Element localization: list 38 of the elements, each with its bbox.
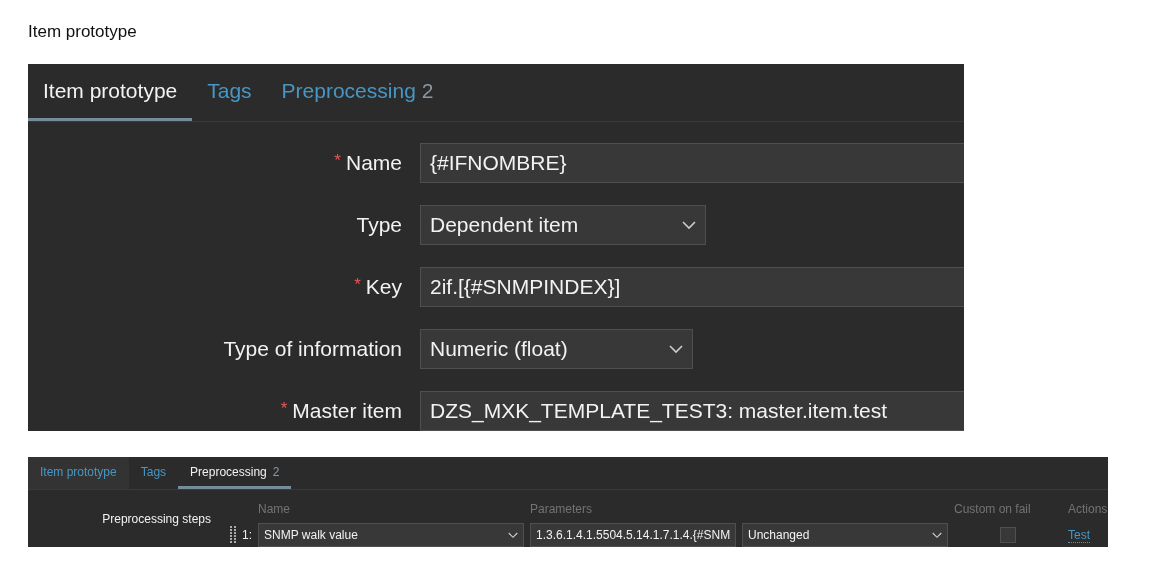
tab[interactable]: Tags xyxy=(192,64,267,121)
chevron-down-icon xyxy=(682,220,696,230)
drag-handle-icon[interactable] xyxy=(230,526,236,544)
required-asterisk: * xyxy=(354,275,361,294)
column-header: Parameters xyxy=(530,502,594,516)
tab[interactable]: Preprocessing 2 xyxy=(266,64,449,121)
tab[interactable]: Preprocessing 2 xyxy=(178,457,292,489)
tab-count: 2 xyxy=(421,79,434,103)
action-link[interactable]: Test xyxy=(1068,527,1090,543)
input-field[interactable]: DZS_MXK_TEMPLATE_TEST3: master.item.test xyxy=(420,391,964,431)
column-header: Name xyxy=(258,502,291,516)
dropdown[interactable]: Unchanged xyxy=(742,523,948,547)
dropdown[interactable]: Numeric (float) xyxy=(420,329,693,369)
chevron-down-icon xyxy=(508,531,518,539)
input-field[interactable]: 1.3.6.1.4.1.5504.5.14.1.7.1.4.{#SNM xyxy=(530,523,736,547)
tab-count: 2 xyxy=(272,464,280,479)
chevron-down-icon xyxy=(669,344,683,354)
input-field[interactable]: {#IFNOMBRE} xyxy=(420,143,964,183)
column-header: Actions xyxy=(1068,502,1108,516)
checkbox[interactable] xyxy=(1000,527,1016,543)
required-asterisk: * xyxy=(334,151,341,170)
field-label: Type xyxy=(356,213,402,237)
tab[interactable]: Item prototype xyxy=(28,64,193,121)
chevron-down-icon xyxy=(932,531,942,539)
section-label: Preprocessing steps xyxy=(101,511,211,528)
tab[interactable]: Item prototype xyxy=(28,457,129,489)
required-asterisk: * xyxy=(280,399,288,418)
input-field[interactable]: 2if.[{#SNMPINDEX}] xyxy=(420,267,964,307)
field-label: Type of information xyxy=(223,337,402,361)
tab[interactable]: Tags xyxy=(128,457,179,489)
field-label: $^{*}$ Name xyxy=(334,151,402,175)
dropdown[interactable]: Dependent item xyxy=(420,205,706,245)
step-number: 1: xyxy=(242,528,252,542)
column-header: Custom on fail xyxy=(954,502,1032,516)
page-title: Item prototype xyxy=(27,21,138,43)
dropdown[interactable]: SNMP walk value xyxy=(258,523,524,547)
field-label: $^{*}$ Master item xyxy=(280,399,402,423)
field-label: $^{*}$ Key xyxy=(354,275,402,299)
